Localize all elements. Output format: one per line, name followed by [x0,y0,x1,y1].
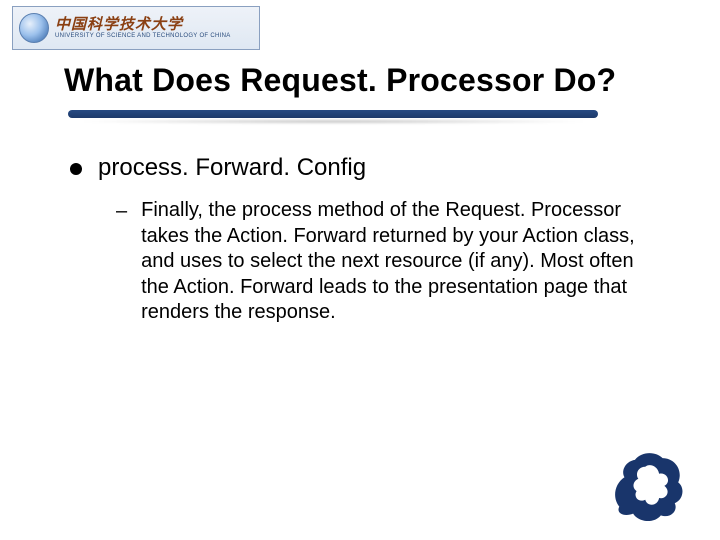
logo-chinese: 中国科学技术大学 [55,17,231,33]
logo-english: UNIVERSITY OF SCIENCE AND TECHNOLOGY OF … [55,33,231,39]
bullet-dash-icon: – [116,198,127,224]
bullet-level1-text: process. Forward. Config [98,154,366,182]
logo-emblem [19,13,49,43]
bullet-level1: process. Forward. Config [70,154,660,182]
slide-title: What Does Request. Processor Do? [64,62,616,99]
slide-body: process. Forward. Config – Finally, the … [70,154,660,326]
logo-text-block: 中国科学技术大学 UNIVERSITY OF SCIENCE AND TECHN… [55,17,231,39]
bullet-level2: – Finally, the process method of the Req… [116,198,660,326]
title-underline [68,110,598,122]
dragon-icon [602,446,692,524]
bullet-disc-icon [70,163,82,175]
bullet-level2-text: Finally, the process method of the Reque… [141,198,641,326]
institution-logo: 中国科学技术大学 UNIVERSITY OF SCIENCE AND TECHN… [12,6,260,50]
